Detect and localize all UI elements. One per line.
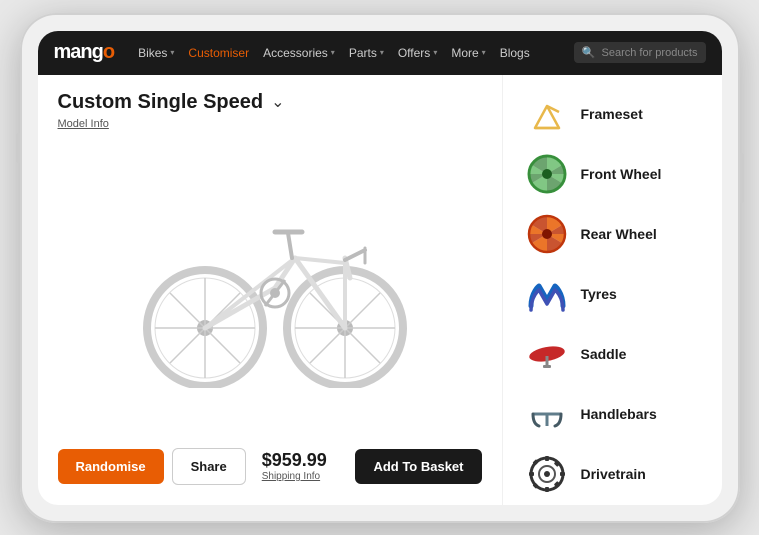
shipping-info-link[interactable]: Shipping Info — [262, 471, 327, 482]
logo[interactable]: mango — [54, 41, 115, 64]
chevron-down-icon: ▾ — [380, 48, 384, 57]
nav-item-customiser[interactable]: Customiser — [188, 46, 249, 60]
model-selector[interactable]: Custom Single Speed ⌄ — [58, 91, 482, 114]
component-label-frameset: Frameset — [581, 106, 643, 122]
component-item-handlebars[interactable]: Handlebars — [519, 385, 706, 443]
nav-item-accessories[interactable]: Accessories ▾ — [263, 46, 335, 60]
randomise-button[interactable]: Randomise — [58, 449, 164, 484]
search-icon: 🔍 — [582, 46, 596, 59]
bottom-bar: Randomise Share $959.99 Shipping Info Ad… — [58, 438, 482, 489]
component-item-frameset[interactable]: Frameset — [519, 85, 706, 143]
component-label-rear-wheel: Rear Wheel — [581, 226, 657, 242]
bike-image — [120, 188, 420, 388]
nav-item-blogs[interactable]: Blogs — [500, 46, 530, 60]
front-wheel-icon — [525, 152, 569, 196]
tablet-screen: mango Bikes ▾ Customiser Accessories ▾ P… — [38, 31, 722, 505]
tyres-icon — [525, 272, 569, 316]
component-label-handlebars: Handlebars — [581, 406, 657, 422]
navbar: mango Bikes ▾ Customiser Accessories ▾ P… — [38, 31, 722, 75]
nav-item-offers[interactable]: Offers ▾ — [398, 46, 437, 60]
add-to-basket-button[interactable]: Add To Basket — [355, 449, 481, 484]
right-panel: Frameset — [502, 75, 722, 505]
drivetrain-icon — [525, 452, 569, 496]
main-content: Custom Single Speed ⌄ Model Info — [38, 75, 722, 505]
logo-accent: o — [103, 41, 114, 63]
component-item-drivetrain[interactable]: Drivetrain — [519, 445, 706, 503]
saddle-icon — [525, 332, 569, 376]
chevron-down-icon: ▾ — [170, 48, 174, 57]
chevron-down-icon: ▾ — [482, 48, 486, 57]
component-item-tyres[interactable]: Tyres — [519, 265, 706, 323]
share-button[interactable]: Share — [172, 448, 246, 485]
component-item-front-wheel[interactable]: Front Wheel — [519, 145, 706, 203]
component-label-tyres: Tyres — [581, 286, 617, 302]
handlebars-icon — [525, 392, 569, 436]
chevron-down-icon: ▾ — [433, 48, 437, 57]
component-label-drivetrain: Drivetrain — [581, 466, 646, 482]
nav-items: Bikes ▾ Customiser Accessories ▾ Parts ▾… — [138, 46, 558, 60]
tablet-frame: mango Bikes ▾ Customiser Accessories ▾ P… — [20, 13, 740, 523]
search-placeholder: Search for products — [602, 47, 698, 59]
nav-item-bikes[interactable]: Bikes ▾ — [138, 46, 174, 60]
component-item-saddle[interactable]: Saddle — [519, 325, 706, 383]
model-info-link[interactable]: Model Info — [58, 118, 482, 130]
model-title: Custom Single Speed — [58, 91, 264, 114]
left-panel: Custom Single Speed ⌄ Model Info — [38, 75, 502, 505]
bike-image-area — [58, 138, 482, 438]
frameset-icon — [525, 92, 569, 136]
tablet-power-button — [740, 153, 744, 203]
price-value: $959.99 — [262, 450, 327, 470]
rear-wheel-icon — [525, 212, 569, 256]
nav-item-more[interactable]: More ▾ — [451, 46, 485, 60]
nav-item-parts[interactable]: Parts ▾ — [349, 46, 384, 60]
tablet-volume-button — [16, 133, 20, 163]
chevron-down-icon: ▾ — [331, 48, 335, 57]
component-item-rear-wheel[interactable]: Rear Wheel — [519, 205, 706, 263]
component-label-saddle: Saddle — [581, 346, 627, 362]
price-area: $959.99 Shipping Info — [262, 450, 327, 482]
chevron-down-icon: ⌄ — [271, 92, 284, 112]
component-label-front-wheel: Front Wheel — [581, 166, 662, 182]
search-bar[interactable]: 🔍 Search for products — [574, 42, 706, 63]
